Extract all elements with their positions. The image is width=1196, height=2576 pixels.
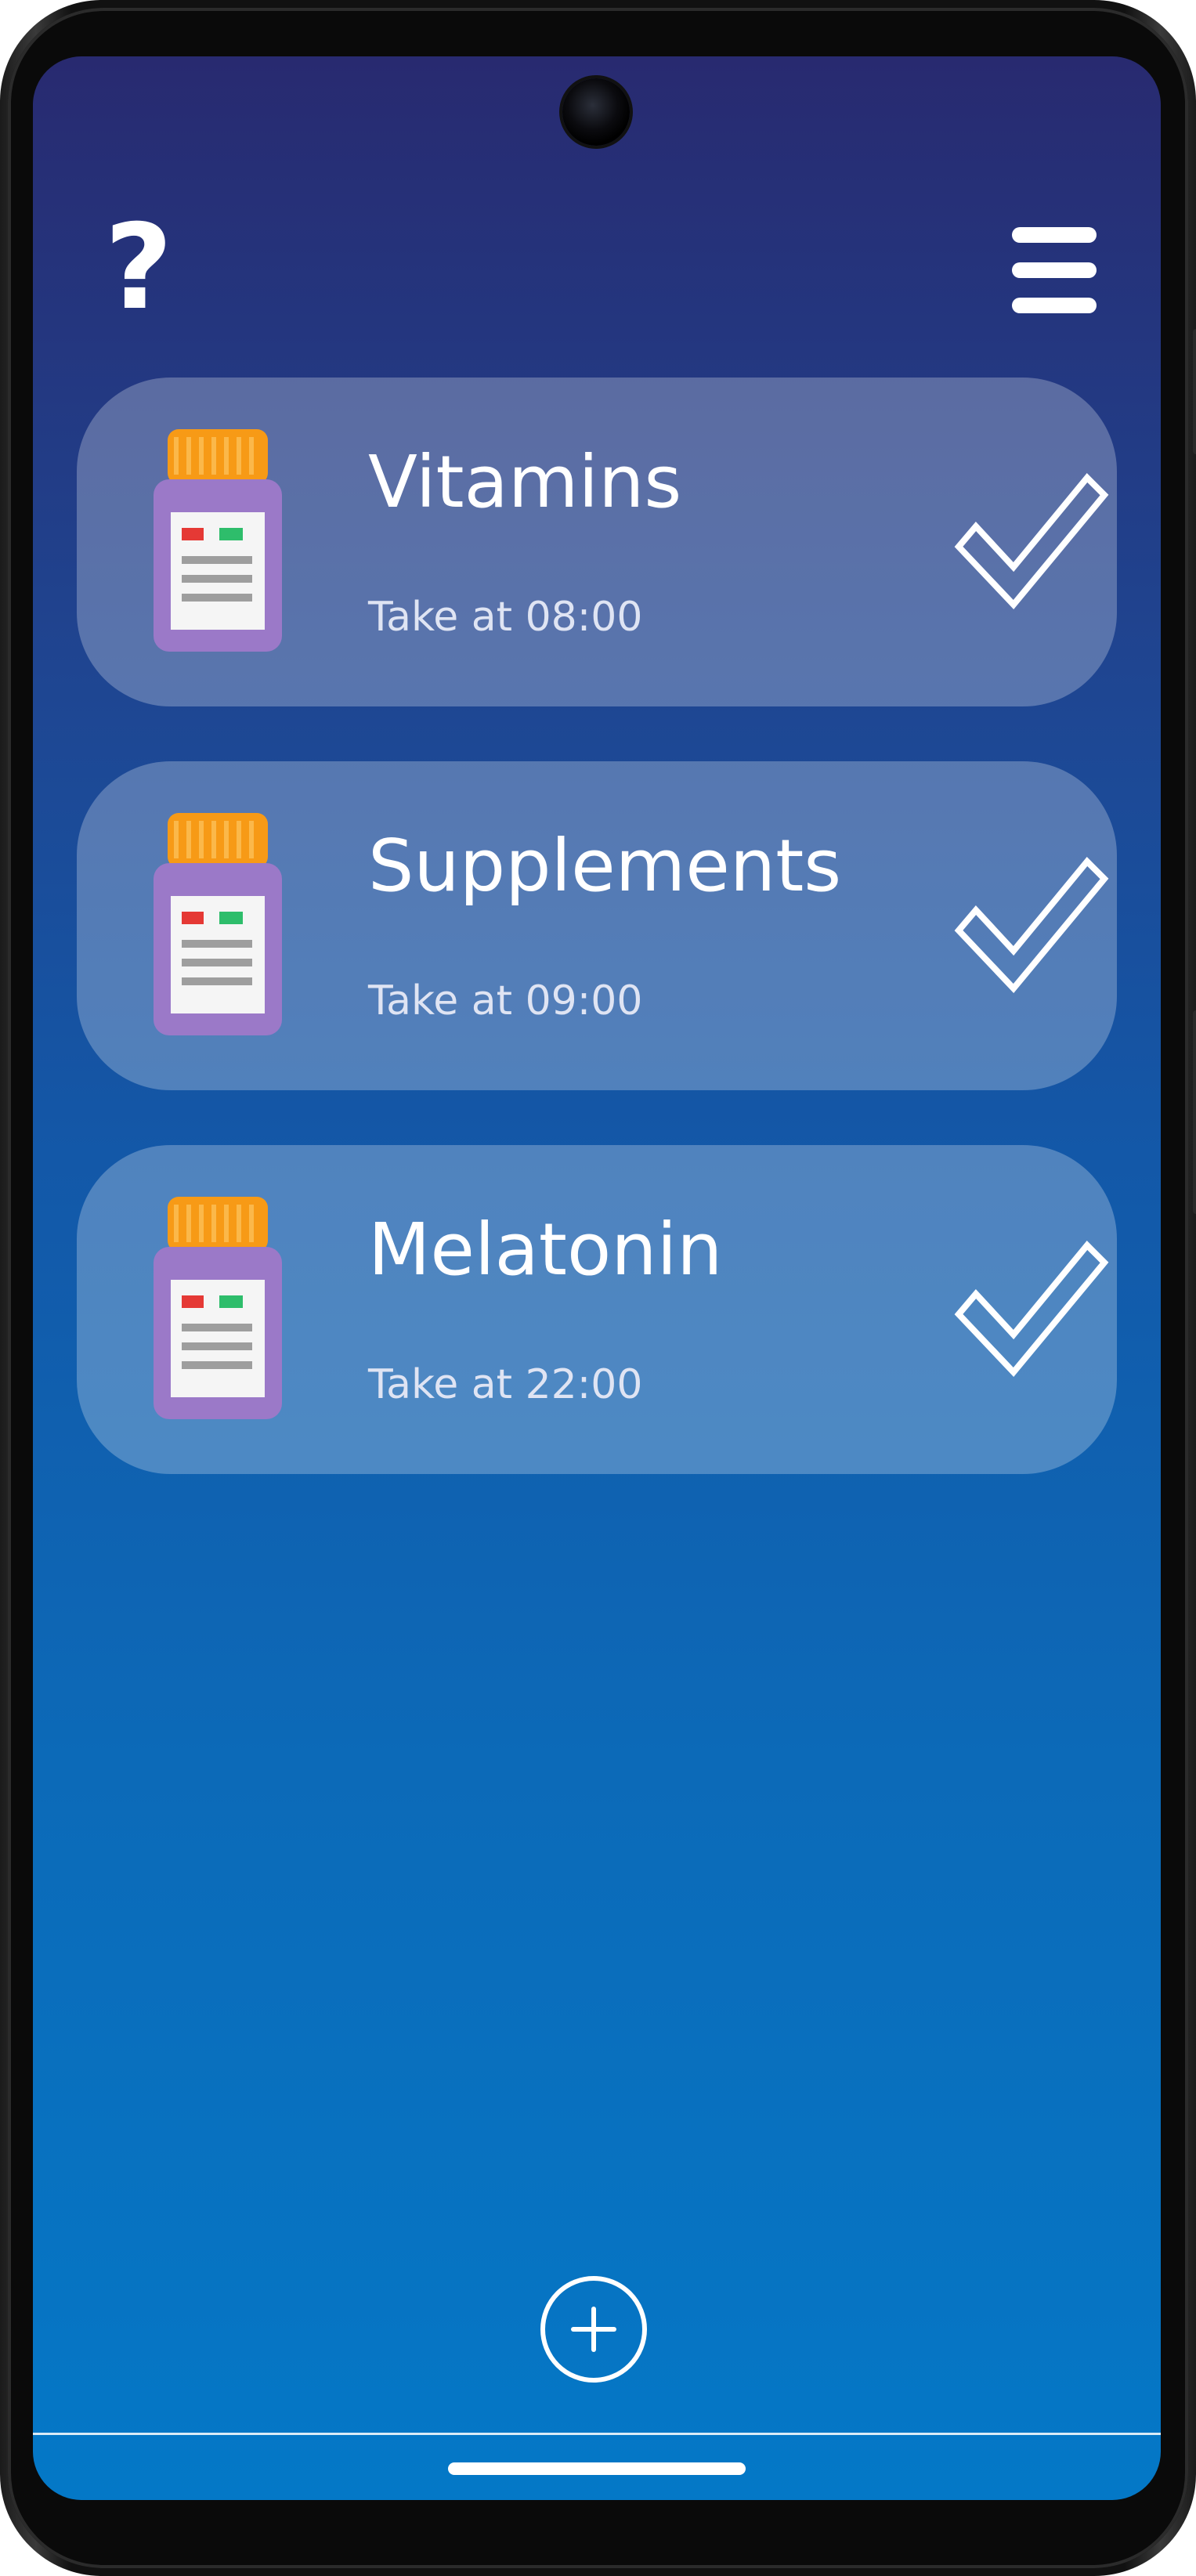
add-medication-button[interactable] [540,2276,647,2383]
nav-bar-divider [33,2433,1161,2435]
medication-schedule: Take at 08:00 [368,594,643,641]
pill-bottle-icon [154,1197,282,1419]
phone-side-button [1193,329,1196,454]
phone-frame: ? Vitamins Take at 08:00 Supplements Tak… [0,0,1196,2576]
medication-schedule: Take at 09:00 [368,977,643,1024]
pill-bottle-icon [154,429,282,652]
medication-name: Vitamins [368,440,682,524]
medication-name: Supplements [368,824,842,908]
phone-volume-button [1193,1010,1196,1214]
medication-card-melatonin[interactable]: Melatonin Take at 22:00 [77,1145,1117,1474]
checkmark-icon[interactable] [952,471,1109,612]
medication-name: Melatonin [368,1208,723,1292]
medication-card-vitamins[interactable]: Vitamins Take at 08:00 [77,378,1117,706]
home-indicator[interactable] [448,2462,746,2475]
hamburger-menu-icon[interactable] [1012,227,1097,313]
front-camera [562,78,630,146]
checkmark-icon[interactable] [952,855,1109,996]
pill-bottle-icon [154,813,282,1035]
checkmark-icon[interactable] [952,1239,1109,1380]
help-icon[interactable]: ? [96,209,182,327]
medication-schedule: Take at 22:00 [368,1361,643,1408]
medication-card-supplements[interactable]: Supplements Take at 09:00 [77,761,1117,1090]
app-screen: ? Vitamins Take at 08:00 Supplements Tak… [33,56,1161,2500]
